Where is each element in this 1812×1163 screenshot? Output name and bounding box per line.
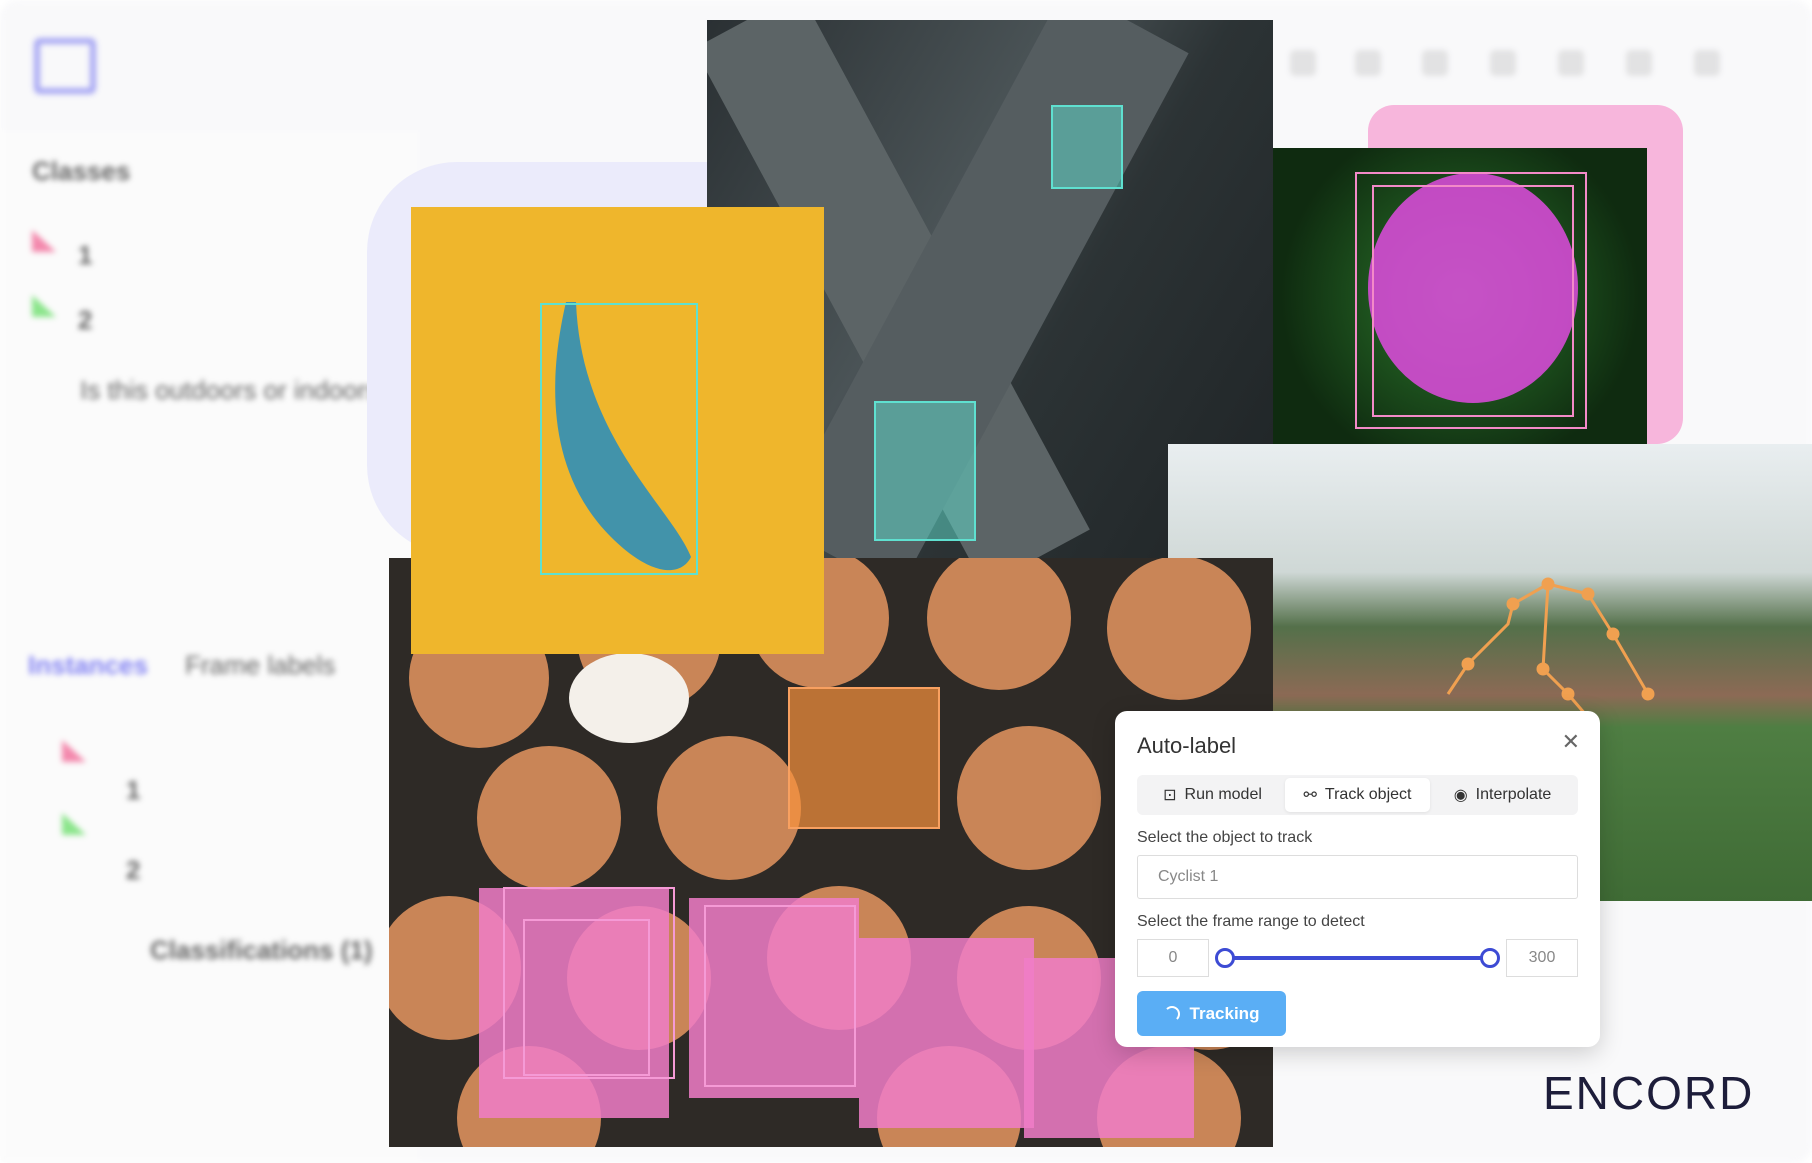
auto-label-panel: Auto-label ✕ ⊡ Run model ⚯ Track object ◉ I… xyxy=(1115,711,1600,1047)
sidebar: Classes 1 2 Is this outdoors or indoors … xyxy=(0,130,420,1163)
car-bbox xyxy=(874,401,976,541)
classes-title: Classes xyxy=(32,156,131,186)
tab-frame-labels[interactable]: Frame labels xyxy=(185,650,335,681)
tracking-button[interactable]: Tracking xyxy=(1137,991,1286,1036)
pepper-image xyxy=(1273,148,1647,444)
tracking-label: Tracking xyxy=(1189,1003,1260,1023)
spinner-icon xyxy=(1163,1005,1180,1022)
tab-track-object[interactable]: ⚯ Track object xyxy=(1285,778,1430,812)
tab-label: Track object xyxy=(1324,786,1412,803)
object-select[interactable]: Cyclist 1 xyxy=(1137,855,1578,899)
tab-interpolate[interactable]: ◉ Interpolate xyxy=(1430,778,1575,812)
instance-item[interactable]: 1 xyxy=(126,775,140,806)
classifications-header[interactable]: Classifications (1) xyxy=(150,935,373,966)
instance-item[interactable]: 2 xyxy=(126,855,140,886)
range-slider[interactable] xyxy=(1215,948,1500,968)
range-min-input[interactable]: 0 xyxy=(1137,939,1209,977)
car-bbox xyxy=(1051,105,1123,189)
track-icon: ⚯ xyxy=(1303,787,1317,804)
object-label: Select the object to track xyxy=(1137,829,1313,846)
classification-question[interactable]: Is this outdoors or indoors xyxy=(80,375,379,406)
panel-title: Auto-label xyxy=(1137,733,1237,758)
class-item[interactable]: 2 xyxy=(78,305,92,336)
egg-bbox xyxy=(788,687,940,829)
range-max-input[interactable]: 300 xyxy=(1506,939,1578,977)
range-min-handle[interactable] xyxy=(1215,948,1235,968)
range-max-handle[interactable] xyxy=(1480,948,1500,968)
robot-icon: ⊡ xyxy=(1163,787,1177,804)
app-logo-icon xyxy=(34,38,96,94)
chili-image xyxy=(411,207,824,654)
tab-label: Interpolate xyxy=(1475,786,1552,803)
mode-tabs: ⊡ Run model ⚯ Track object ◉ Interpolate xyxy=(1137,775,1578,815)
close-icon[interactable]: ✕ xyxy=(1562,729,1580,755)
class-item[interactable]: 1 xyxy=(78,240,92,271)
encord-logo: ENCORD xyxy=(1543,1067,1755,1119)
tab-run-model[interactable]: ⊡ Run model xyxy=(1140,778,1285,812)
tab-instances[interactable]: Instances xyxy=(28,650,148,681)
tab-label: Run model xyxy=(1184,786,1262,803)
frame-range: 0 300 xyxy=(1137,939,1578,977)
map-pin-icon: ◉ xyxy=(1453,787,1468,804)
range-label: Select the frame range to detect xyxy=(1137,913,1365,930)
